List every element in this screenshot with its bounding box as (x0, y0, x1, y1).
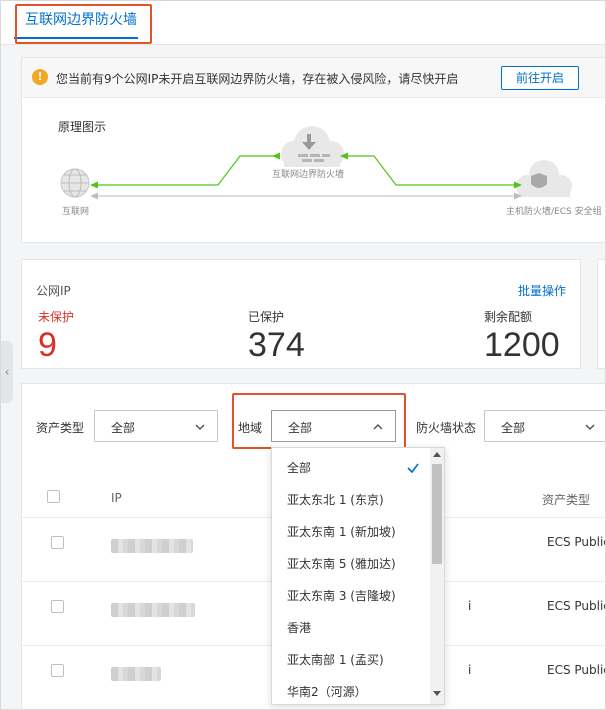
scroll-up-arrow-icon[interactable] (433, 452, 441, 457)
region-option[interactable]: 亚太东南 3 (吉隆坡) (272, 580, 430, 612)
region-option[interactable]: 华南2（河源） (272, 676, 430, 704)
check-icon (407, 463, 419, 474)
region-dropdown: 全部 亚太东北 1 (东京) 亚太东南 1 (新加坡) 亚太东南 5 (雅加达)… (271, 447, 445, 705)
header-asset-type: 资产类型 (542, 493, 591, 507)
protected-value: 374 (248, 326, 305, 364)
chevron-left-icon: ‹ (4, 365, 10, 379)
header-ip: IP (111, 491, 122, 505)
notice-card: ! 您当前有9个公网IP未开启互联网边界防火墙，存在被入侵风险，请尽快开启 前往… (21, 57, 605, 243)
ip-blurred (111, 603, 195, 617)
warning-icon: ! (32, 69, 48, 85)
row-checkbox[interactable] (51, 664, 64, 677)
scroll-down-arrow-icon[interactable] (433, 691, 441, 696)
firewall-status-label: 防火墙状态 (416, 421, 477, 435)
quota-label: 剩余配额 (484, 310, 533, 324)
public-ip-stats-card: 公网IP 批量操作 未保护 9 已保护 374 剩余配额 1200 (21, 259, 581, 369)
batch-operation-link[interactable]: 批量操作 (518, 282, 566, 299)
region-option[interactable]: 亚太东南 1 (新加坡) (272, 516, 430, 548)
truncated-cell: i (468, 663, 472, 677)
region-option[interactable]: 亚太东北 1 (东京) (272, 484, 430, 516)
asset-type-value: 全部 (111, 421, 136, 435)
truncated-cell: i (468, 599, 472, 613)
region-option[interactable]: 亚太东南 5 (雅加达) (272, 548, 430, 580)
asset-type-label: 资产类型 (36, 421, 85, 435)
region-option[interactable]: 亚太南部 1 (孟买) (272, 644, 430, 676)
cloud-firewall-icon (281, 126, 344, 167)
highlight-box-tab (15, 4, 152, 44)
collapse-handle[interactable]: ‹ (1, 341, 13, 403)
host-firewall-label: 主机防火墙/ECS 安全组 (506, 207, 602, 217)
app-frame: 互联网边界防火墙 ! 您当前有9个公网IP未开启互联网边界防火墙，存在被入侵风险… (0, 0, 606, 710)
select-all-checkbox[interactable] (47, 490, 60, 503)
internet-label: 互联网 (62, 207, 90, 217)
notice-text: 您当前有9个公网IP未开启互联网边界防火墙，存在被入侵风险，请尽快开启 (56, 72, 459, 86)
highlight-box-region (232, 393, 406, 449)
cell-asset-type: ECS Public (547, 663, 606, 677)
row-checkbox[interactable] (51, 536, 64, 549)
unprotected-value: 9 (38, 326, 57, 364)
enable-now-button[interactable]: 前往开启 (501, 66, 579, 90)
unprotected-label: 未保护 (38, 310, 75, 324)
globe-icon (60, 168, 90, 198)
firewall-status-value: 全部 (501, 421, 526, 435)
chevron-down-icon (585, 424, 595, 431)
dropdown-scrollbar[interactable] (430, 448, 444, 704)
scrollbar-thumb[interactable] (432, 464, 442, 564)
stats-card-edge (597, 259, 605, 369)
stats-title: 公网IP (36, 284, 71, 298)
cloud-shield-icon (516, 160, 572, 197)
cell-asset-type: ECS Public (547, 535, 606, 549)
quota-value: 1200 (484, 326, 560, 364)
chevron-down-icon (195, 424, 205, 431)
risk-notice: ! 您当前有9个公网IP未开启互联网边界防火墙，存在被入侵风险，请尽快开启 前往… (22, 58, 605, 98)
cell-asset-type: ECS Public (547, 599, 606, 613)
firewall-label: 互联网边界防火墙 (272, 170, 345, 180)
principle-diagram: 互联网 互联网边界防火墙 主机防火墙/ECS 安全组 (22, 98, 605, 247)
row-checkbox[interactable] (51, 600, 64, 613)
region-option[interactable]: 香港 (272, 612, 430, 644)
region-option-all[interactable]: 全部 (272, 452, 430, 484)
asset-type-select[interactable]: 全部 (94, 410, 218, 442)
ip-blurred (111, 539, 193, 553)
protected-label: 已保护 (248, 310, 285, 324)
ip-blurred (111, 667, 161, 681)
firewall-status-select[interactable]: 全部 (484, 410, 605, 442)
